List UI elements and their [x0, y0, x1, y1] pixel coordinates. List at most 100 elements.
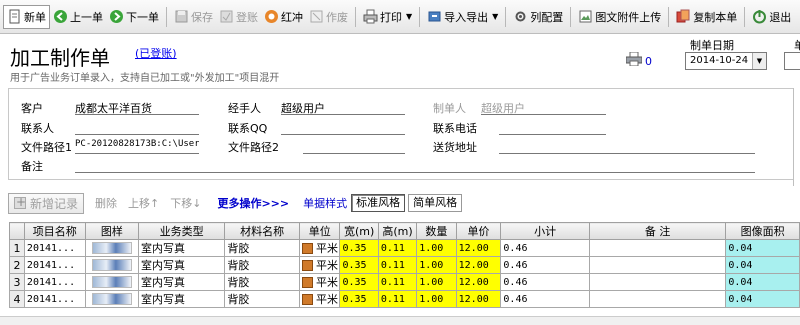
cell-type[interactable]: 室内写真	[137, 290, 226, 308]
next-button[interactable]: 下一单	[106, 5, 162, 29]
cell-width[interactable]: 0.35	[339, 273, 379, 291]
cell-remark[interactable]	[588, 256, 727, 274]
doc-number-field[interactable]	[784, 52, 800, 70]
col-header-subtotal[interactable]: 小计	[500, 222, 590, 240]
post-button[interactable]: 登账	[216, 5, 261, 29]
columns-button-label: 列配置	[530, 10, 564, 24]
cell-width[interactable]: 0.35	[339, 239, 379, 257]
cell-price[interactable]: 12.00	[455, 290, 502, 308]
cell-name[interactable]: 20141...	[23, 239, 86, 257]
chevron-down-icon[interactable]: ▼	[752, 53, 766, 69]
address-field[interactable]	[499, 139, 755, 154]
add-record-button[interactable]: 新增记录	[8, 192, 85, 214]
customer-field[interactable]: 成都太平洋百货	[75, 100, 199, 115]
attachment-button[interactable]: 图文附件上传	[575, 5, 664, 29]
cell-remark[interactable]	[588, 290, 727, 308]
cell-price[interactable]: 12.00	[455, 273, 502, 291]
qq-field[interactable]	[281, 120, 405, 135]
creator-field: 超级用户	[481, 100, 606, 115]
tab-standard-style[interactable]: 标准风格	[351, 194, 406, 212]
col-header-width[interactable]: 宽(m)	[339, 222, 379, 240]
remark-field[interactable]	[75, 158, 755, 173]
creator-label: 制单人	[433, 102, 466, 115]
tab-simple-style[interactable]: 简单风格	[408, 194, 463, 212]
phone-field[interactable]	[499, 120, 606, 135]
columns-button[interactable]: 列配置	[510, 5, 566, 29]
col-header-price[interactable]: 单价	[455, 222, 502, 240]
status-link[interactable]: (已登账)	[135, 45, 177, 61]
move-up-button[interactable]: 上移↑	[128, 195, 159, 211]
col-header-material[interactable]: 材料名称	[224, 222, 300, 240]
cell-width[interactable]: 0.35	[339, 256, 379, 274]
cell-type[interactable]: 室内写真	[137, 256, 226, 274]
row-number: 2	[9, 256, 25, 274]
cell-unit[interactable]: 平米	[298, 273, 341, 291]
image-thumbnail	[91, 259, 132, 271]
horizontal-scrollbar[interactable]	[0, 316, 800, 325]
save-button[interactable]: 保存	[171, 5, 216, 29]
table-row[interactable]: 3 20141... 室内写真 背胶 平米 0.35 0.11 1.00 12.…	[9, 273, 800, 291]
add-record-label: 新增记录	[30, 196, 79, 211]
table-row[interactable]: 2 20141... 室内写真 背胶 平米 0.35 0.11 1.00 12.…	[9, 256, 800, 274]
cell-qty[interactable]: 1.00	[416, 273, 457, 291]
exit-button[interactable]: 退出	[749, 5, 794, 29]
prev-button[interactable]: 上一单	[50, 5, 106, 29]
cell-material[interactable]: 背胶	[224, 273, 300, 291]
handler-field[interactable]: 超级用户	[281, 100, 405, 115]
cell-remark[interactable]	[588, 239, 727, 257]
cell-name[interactable]: 20141...	[23, 290, 86, 308]
date-field[interactable]: 2014-10-24 ▼	[685, 52, 767, 70]
cell-remark[interactable]	[588, 273, 727, 291]
arrow-right-icon	[109, 9, 124, 24]
reverse-button-label: 红冲	[281, 10, 303, 24]
cell-price[interactable]: 12.00	[455, 256, 502, 274]
cell-unit[interactable]: 平米	[298, 290, 341, 308]
void-button[interactable]: 作废	[306, 5, 351, 29]
cell-type[interactable]: 室内写真	[137, 273, 226, 291]
table-row[interactable]: 1 20141... 室内写真 背胶 平米 0.35 0.11 1.00 12.…	[9, 239, 800, 257]
cell-name[interactable]: 20141...	[23, 273, 86, 291]
reverse-button[interactable]: 红冲	[261, 5, 306, 29]
cell-width[interactable]: 0.35	[339, 290, 379, 308]
delete-button[interactable]: 删除	[95, 195, 117, 211]
cell-name[interactable]: 20141...	[23, 256, 86, 274]
cell-qty[interactable]: 1.00	[416, 239, 457, 257]
table-row[interactable]: 4 20141... 室内写真 背胶 平米 0.35 0.11 1.00 12.…	[9, 290, 800, 308]
print-button[interactable]: 打印 ▼	[360, 5, 415, 29]
cell-image[interactable]	[84, 290, 139, 308]
col-header-unit[interactable]: 单位	[298, 222, 341, 240]
printer-icon[interactable]	[625, 51, 643, 67]
col-header-name[interactable]: 项目名称	[23, 222, 86, 240]
cell-material[interactable]: 背胶	[224, 239, 300, 257]
cell-image[interactable]	[84, 239, 139, 257]
cell-qty[interactable]: 1.00	[416, 290, 457, 308]
cell-height[interactable]: 0.11	[377, 290, 418, 308]
col-header-qty[interactable]: 数量	[416, 222, 457, 240]
more-actions-link[interactable]: 更多操作>>>	[217, 195, 289, 211]
cell-unit[interactable]: 平米	[298, 256, 341, 274]
cell-material[interactable]: 背胶	[224, 290, 300, 308]
cell-price[interactable]: 12.00	[455, 239, 502, 257]
col-header-image[interactable]: 图样	[84, 222, 139, 240]
import-export-button[interactable]: 导入导出 ▼	[424, 5, 501, 29]
path1-field[interactable]: PC-20120828173B:C:\Users	[75, 139, 199, 154]
col-header-height[interactable]: 高(m)	[377, 222, 418, 240]
copy-button[interactable]: 复制本单	[673, 5, 740, 29]
col-header-area[interactable]: 图像面积	[725, 222, 800, 240]
cell-height[interactable]: 0.11	[377, 239, 418, 257]
col-header-remark[interactable]: 备 注	[588, 222, 727, 240]
cell-area: 0.04	[725, 239, 800, 257]
cell-image[interactable]	[84, 256, 139, 274]
col-header-type[interactable]: 业务类型	[137, 222, 226, 240]
new-button[interactable]: 新单	[3, 4, 50, 29]
cell-image[interactable]	[84, 273, 139, 291]
cell-material[interactable]: 背胶	[224, 256, 300, 274]
path2-field[interactable]	[303, 139, 405, 154]
cell-qty[interactable]: 1.00	[416, 256, 457, 274]
cell-height[interactable]: 0.11	[377, 273, 418, 291]
cell-height[interactable]: 0.11	[377, 256, 418, 274]
cell-unit[interactable]: 平米	[298, 239, 341, 257]
move-down-button[interactable]: 下移↓	[170, 195, 201, 211]
cell-type[interactable]: 室内写真	[137, 239, 226, 257]
contact-field[interactable]	[75, 120, 199, 135]
